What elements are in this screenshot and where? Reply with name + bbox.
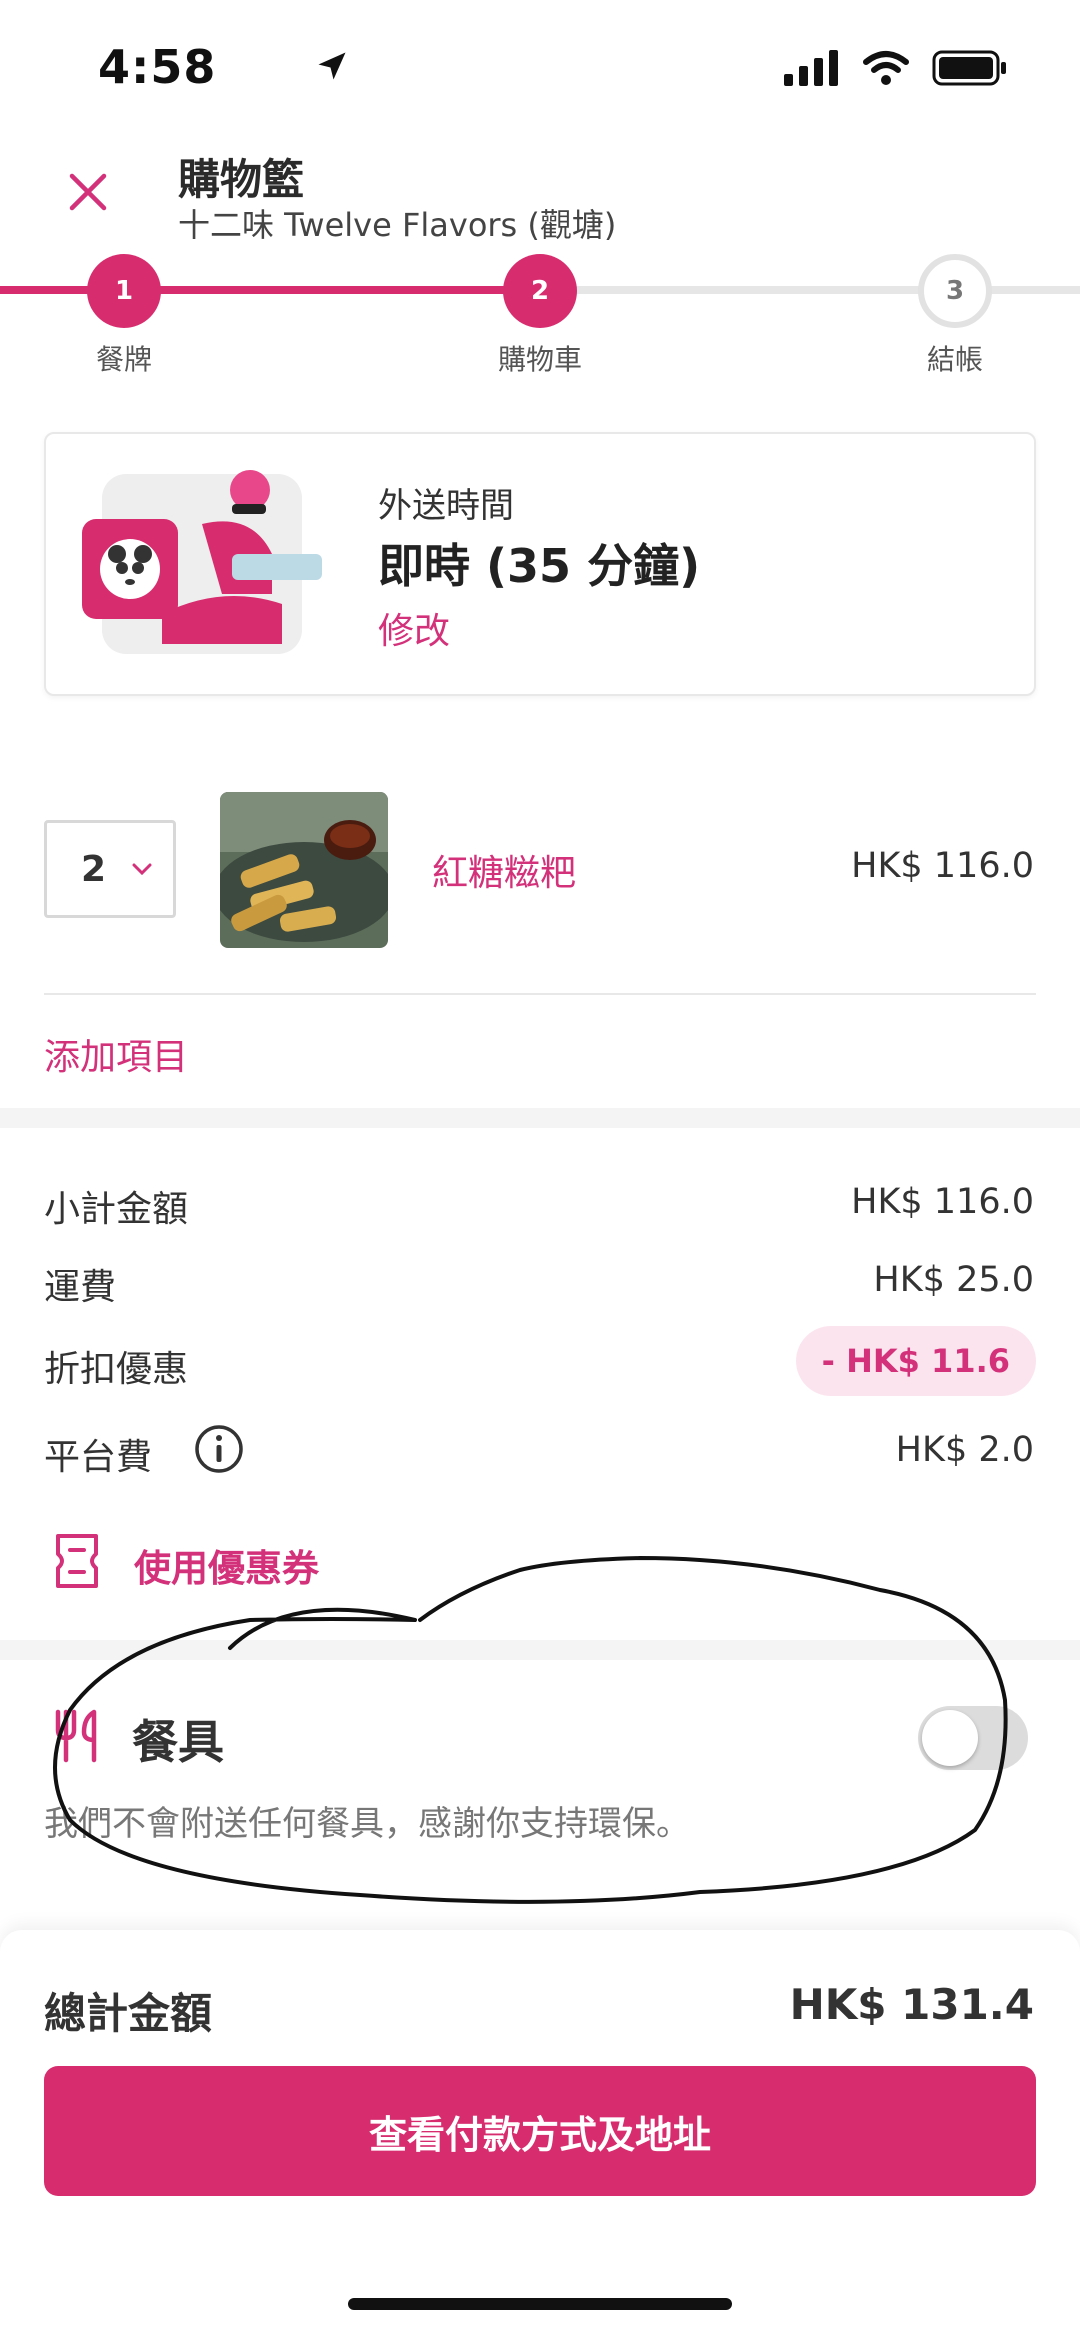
stepper-remaining-line	[540, 286, 1080, 294]
step-2-label: 購物車	[497, 343, 582, 376]
divider	[44, 993, 1036, 995]
discount-value: - HK$ 11.6	[821, 1342, 1010, 1380]
chevron-down-icon	[132, 863, 152, 876]
view-payment-and-address-button[interactable]: 查看付款方式及地址	[44, 2066, 1036, 2196]
item-price: HK$ 116.0	[851, 846, 1034, 886]
platform-fee-value: HK$ 2.0	[895, 1430, 1034, 1470]
step-2-circle: 2	[503, 254, 577, 328]
discount-label: 折扣優惠	[44, 1349, 189, 1390]
total-label: 總計金額	[44, 1989, 213, 2038]
section-separator	[0, 1108, 1080, 1128]
edit-delivery-time-link[interactable]: 修改	[378, 602, 450, 654]
close-button[interactable]	[56, 160, 120, 224]
step-1-number: 1	[114, 276, 134, 306]
step-3-circle: 3	[918, 254, 992, 328]
home-indicator[interactable]	[348, 2298, 732, 2310]
subtotal-value: HK$ 116.0	[851, 1182, 1034, 1222]
stepper-progress-line	[0, 286, 540, 294]
checkout-footer: 總計金額 HK$ 131.4 查看付款方式及地址	[0, 1930, 1080, 2337]
apply-voucher-link[interactable]: 使用優惠券	[134, 1538, 319, 1592]
quantity-value: 2	[81, 848, 107, 890]
close-icon	[69, 173, 107, 211]
item-name-link[interactable]: 紅糖糍粑	[432, 844, 576, 896]
add-item-link[interactable]: 添加項目	[44, 1028, 188, 1080]
step-1-label: 餐牌	[95, 343, 152, 376]
cutlery-title: 餐具	[132, 1715, 224, 1769]
total-value: HK$ 131.4	[789, 1980, 1034, 2029]
delivery-rider-illustration	[82, 470, 322, 654]
status-time: 4:58	[98, 40, 217, 94]
discount-badge: - HK$ 11.6	[795, 1326, 1036, 1396]
cellular-signal-icon	[784, 50, 838, 86]
section-separator	[0, 1640, 1080, 1660]
step-3-label: 結帳	[926, 343, 983, 376]
delivery-fee-label: 運費	[44, 1267, 117, 1308]
subtotal-label: 小計金額	[44, 1189, 189, 1230]
status-icons	[318, 50, 1008, 86]
voucher-icon	[56, 1534, 98, 1588]
info-icon[interactable]	[194, 1424, 244, 1474]
step-1-circle: 1	[87, 254, 161, 328]
delivery-time-card: 外送時間 即時 (35 分鐘) 修改	[44, 432, 1036, 696]
delivery-time-value: 即時 (35 分鐘)	[378, 539, 701, 593]
delivery-time-label: 外送時間	[378, 486, 514, 526]
wifi-icon	[863, 51, 909, 85]
location-arrow-icon	[318, 52, 346, 80]
cutlery-description: 我們不會附送任何餐具，感謝你支持環保。	[44, 1804, 690, 1844]
platform-fee-label: 平台費	[44, 1437, 153, 1478]
toggle-knob	[922, 1710, 978, 1766]
restaurant-name: 十二味 Twelve Flavors (觀塘)	[178, 206, 617, 244]
quantity-dropdown[interactable]: 2	[44, 820, 176, 918]
food-item-image	[220, 792, 388, 948]
delivery-fee-value: HK$ 25.0	[873, 1260, 1034, 1300]
step-2-number: 2	[530, 276, 550, 306]
cutlery-icon	[55, 1709, 97, 1763]
battery-icon	[932, 50, 1006, 86]
cutlery-toggle[interactable]	[918, 1706, 1028, 1770]
step-3-number: 3	[945, 276, 965, 306]
page-title: 購物籃	[178, 155, 305, 204]
